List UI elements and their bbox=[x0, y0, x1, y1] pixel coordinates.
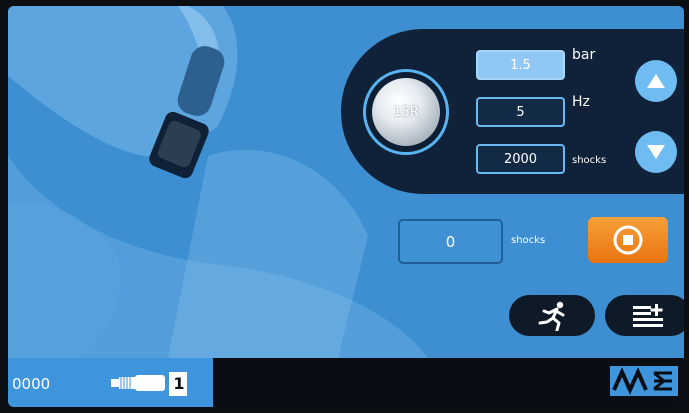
pressure-field[interactable]: 1.5 bbox=[476, 50, 565, 80]
shock-counter: 0 bbox=[398, 219, 503, 264]
frequency-field[interactable]: 5 bbox=[476, 97, 565, 127]
tip-label: 15R bbox=[372, 78, 440, 146]
treatment-mode-button[interactable] bbox=[509, 295, 595, 336]
shocks-target-unit: shocks bbox=[572, 155, 607, 166]
list-add-icon bbox=[633, 303, 663, 327]
applicator-tip[interactable]: 15R bbox=[363, 69, 449, 155]
stop-button[interactable] bbox=[588, 217, 668, 263]
pressure-unit: bar bbox=[572, 47, 596, 63]
decrease-button[interactable] bbox=[635, 131, 677, 173]
handpiece-number: 1 bbox=[173, 374, 185, 393]
frequency-unit: Hz bbox=[572, 94, 590, 110]
shock-counter-unit: shocks bbox=[511, 235, 546, 246]
status-bar: 0000 1 bbox=[8, 358, 684, 407]
total-shock-count: 0000 bbox=[12, 375, 51, 393]
triangle-up-icon bbox=[647, 74, 665, 88]
menu-button[interactable] bbox=[605, 295, 684, 336]
brand-logo bbox=[610, 366, 678, 396]
triangle-down-icon bbox=[647, 145, 665, 159]
increase-button[interactable] bbox=[635, 60, 677, 102]
device-screen: 15R 1.5 bar 5 Hz 2000 shocks 0 shocks 00… bbox=[8, 6, 684, 407]
total-counter-area: 0000 1 bbox=[8, 358, 213, 407]
running-man-icon bbox=[538, 301, 565, 331]
stop-icon bbox=[613, 225, 643, 255]
parameter-panel: 15R 1.5 bar 5 Hz 2000 shocks bbox=[341, 29, 684, 194]
shocks-target-field[interactable]: 2000 bbox=[476, 144, 565, 174]
